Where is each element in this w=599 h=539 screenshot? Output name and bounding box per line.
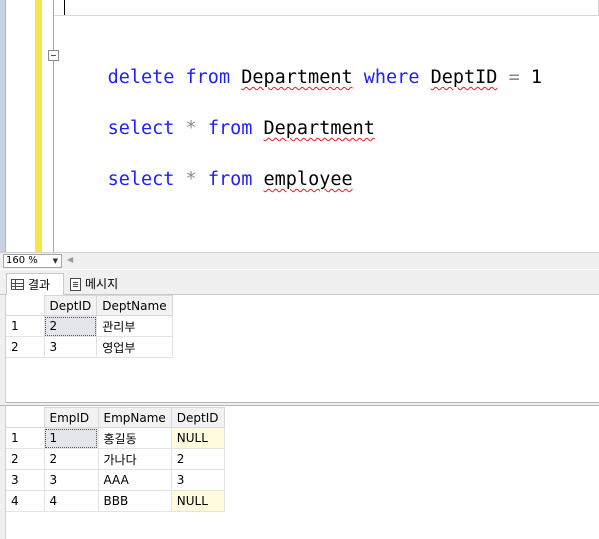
results-splitter[interactable]	[0, 403, 599, 406]
zoom-value: 160 %	[6, 255, 38, 266]
grid-cell[interactable]: BBB	[97, 490, 172, 512]
token: *	[185, 169, 197, 190]
column-header[interactable]: DeptID	[43, 295, 98, 316]
tab-results-label: 결과	[28, 277, 51, 292]
token: Department	[241, 67, 353, 88]
row-number[interactable]: 1	[6, 315, 45, 337]
result-grid-department[interactable]: DeptID DeptName 1 2 관리부 2 3 영업부	[6, 295, 599, 403]
table-row[interactable]: 3 3 AAA 3	[6, 469, 225, 491]
grid-cell[interactable]: 3	[43, 336, 98, 358]
grid-cell[interactable]: 1	[43, 427, 99, 449]
token: 1	[530, 67, 542, 88]
grid-cell[interactable]: 4	[43, 490, 99, 512]
grid-cell[interactable]: 3	[43, 469, 99, 491]
grid-cell-null[interactable]: NULL	[170, 427, 225, 449]
editor-left-margin	[0, 0, 6, 252]
row-number[interactable]: 1	[6, 427, 45, 449]
table-row[interactable]: 2 3 영업부	[6, 336, 173, 358]
token: where	[363, 67, 420, 88]
editor-status-bar: 160 % ▼ ◀	[0, 252, 599, 269]
table-row[interactable]: 1 2 관리부	[6, 315, 173, 337]
collapse-outline-button[interactable]	[48, 50, 59, 61]
grid-cell[interactable]: 홍길동	[97, 427, 172, 449]
code-line-3[interactable]: select * from employee	[63, 147, 353, 213]
grid-cell[interactable]: AAA	[97, 469, 172, 491]
column-header[interactable]: DeptID	[170, 407, 225, 428]
token: =	[508, 67, 520, 88]
results-pane: DeptID DeptName 1 2 관리부 2 3 영업부 EmpID Em…	[0, 295, 599, 539]
grid-corner[interactable]	[6, 407, 45, 428]
grid-icon	[11, 279, 24, 290]
token: from	[207, 118, 253, 139]
grid-cell[interactable]: 가나다	[97, 448, 172, 470]
change-tracking-bar	[35, 0, 42, 252]
token: from	[207, 169, 253, 190]
zoom-dropdown[interactable]: 160 % ▼	[3, 254, 62, 268]
table-row[interactable]: 2 2 가나다 2	[6, 448, 225, 470]
column-header[interactable]: EmpID	[43, 407, 99, 428]
query-editor[interactable]: delete from Department where DeptID = 1 …	[0, 0, 599, 252]
token: DeptID	[430, 67, 498, 88]
grid-corner[interactable]	[6, 295, 45, 316]
results-tab-bar: 결과 메시지	[0, 270, 599, 295]
current-line-highlight	[54, 0, 599, 16]
token: *	[185, 118, 197, 139]
tab-messages-label: 메시지	[85, 277, 119, 291]
outline-guide-line	[53, 62, 54, 252]
grid-cell[interactable]: 2	[43, 315, 98, 337]
grid-cell[interactable]: 영업부	[96, 336, 173, 358]
token: delete	[107, 67, 175, 88]
grid-cell[interactable]: 2	[170, 448, 225, 470]
token: select	[107, 169, 175, 190]
row-number[interactable]: 4	[6, 490, 45, 512]
chevron-down-icon: ▼	[52, 257, 58, 265]
token: Department	[263, 118, 375, 139]
result-grid-employee[interactable]: EmpID EmpName DeptID 1 1 홍길동 NULL 2 2 가나…	[6, 407, 599, 539]
token: from	[185, 67, 231, 88]
grid-cell-null[interactable]: NULL	[170, 490, 225, 512]
table-row[interactable]: 1 1 홍길동 NULL	[6, 427, 225, 449]
row-number[interactable]: 2	[6, 336, 45, 358]
token: select	[107, 118, 175, 139]
grid-cell[interactable]: 2	[43, 448, 99, 470]
row-number[interactable]: 3	[6, 469, 45, 491]
scroll-left-arrow-icon[interactable]: ◀	[67, 255, 73, 264]
token: employee	[263, 169, 353, 190]
column-header[interactable]: EmpName	[97, 407, 172, 428]
row-number[interactable]: 2	[6, 448, 45, 470]
table-row[interactable]: 4 4 BBB NULL	[6, 490, 225, 512]
tab-results[interactable]: 결과	[6, 273, 64, 295]
tab-messages[interactable]: 메시지	[66, 273, 132, 295]
message-icon	[70, 277, 81, 291]
text-caret	[64, 0, 65, 15]
column-header[interactable]: DeptName	[96, 295, 173, 316]
grid-cell[interactable]: 관리부	[96, 315, 173, 337]
grid-cell[interactable]: 3	[170, 469, 225, 491]
